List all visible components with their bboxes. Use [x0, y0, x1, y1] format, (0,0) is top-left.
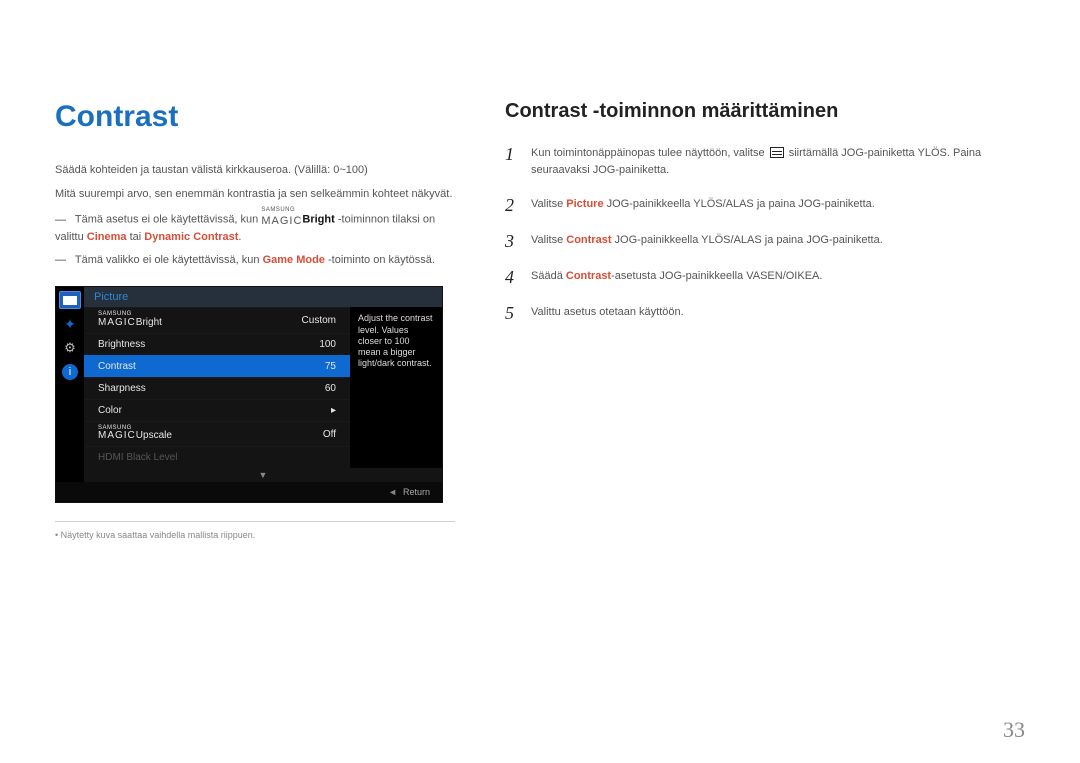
step-number: 1 — [505, 145, 517, 163]
step-row: 2 Valitse Picture JOG-painikkeella YLÖS/A… — [505, 196, 1025, 214]
osd-row[interactable]: SAMSUNGMAGICBrightCustom — [84, 307, 350, 333]
osd-list: SAMSUNGMAGICBrightCustomBrightness100Con… — [84, 307, 350, 468]
osd-row[interactable]: HDMI Black Level — [84, 446, 350, 468]
osd-row[interactable]: Brightness100 — [84, 333, 350, 355]
section-title: Contrast -toiminnon määrittäminen — [505, 100, 1025, 123]
step-row: 5 Valittu asetus otetaan käyttöön. — [505, 304, 1025, 322]
step-text: Valitse Contrast JOG-painikkeella YLÖS/A… — [531, 232, 1025, 249]
note-2: Tämä valikko ei ole käytettävissä, kun G… — [55, 252, 455, 269]
step-number: 4 — [505, 268, 517, 286]
osd-row[interactable]: SAMSUNGMAGICUpscaleOff — [84, 421, 350, 447]
step-text: Säädä Contrast-asetusta JOG-painikkeella… — [531, 268, 1025, 285]
menu-icon — [770, 147, 784, 158]
step-row: 3 Valitse Contrast JOG-painikkeella YLÖS/… — [505, 232, 1025, 250]
osd-help-text: Adjust the contrast level. Values closer… — [350, 307, 442, 468]
chevron-down-icon: ▼ — [84, 468, 442, 482]
osd-row[interactable]: Contrast75 — [84, 355, 350, 377]
footnote: Näytetty kuva saattaa vaihdella mallista… — [55, 530, 455, 540]
step-number: 5 — [505, 304, 517, 322]
monitor-icon — [59, 291, 81, 309]
osd-sidebar: ✦ ⚙ i — [56, 287, 84, 482]
step-text: Kun toimintonäppäinopas tulee näyttöön, … — [531, 145, 1025, 178]
osd-footer: Return — [56, 482, 442, 502]
return-button[interactable]: Return — [388, 487, 430, 497]
osd-row[interactable]: Color▸ — [84, 399, 350, 421]
step-text: Valitse Picture JOG-painikkeella YLÖS/AL… — [531, 196, 1025, 213]
step-number: 3 — [505, 232, 517, 250]
intro-paragraph-2: Mitä suurempi arvo, sen enemmän kontrast… — [55, 186, 455, 204]
intro-paragraph-1: Säädä kohteiden ja taustan välistä kirkk… — [55, 162, 455, 180]
divider — [55, 521, 455, 522]
info-icon: i — [59, 363, 81, 381]
osd-row[interactable]: Sharpness60 — [84, 377, 350, 399]
step-row: 1 Kun toimintonäppäinopas tulee näyttöön,… — [505, 145, 1025, 178]
page-title: Contrast — [55, 100, 455, 134]
arrows-icon: ✦ — [59, 315, 81, 333]
osd-menu: ✦ ⚙ i Picture SAMSUNGMAGICBrightCustomBr… — [55, 286, 443, 503]
page-number: 33 — [1003, 717, 1025, 743]
step-number: 2 — [505, 196, 517, 214]
osd-header: Picture — [84, 287, 442, 307]
step-text: Valittu asetus otetaan käyttöön. — [531, 304, 1025, 321]
step-row: 4 Säädä Contrast-asetusta JOG-painikkeell… — [505, 268, 1025, 286]
gear-icon: ⚙ — [59, 339, 81, 357]
note-1: Tämä asetus ei ole käytettävissä, kun SA… — [55, 209, 455, 246]
